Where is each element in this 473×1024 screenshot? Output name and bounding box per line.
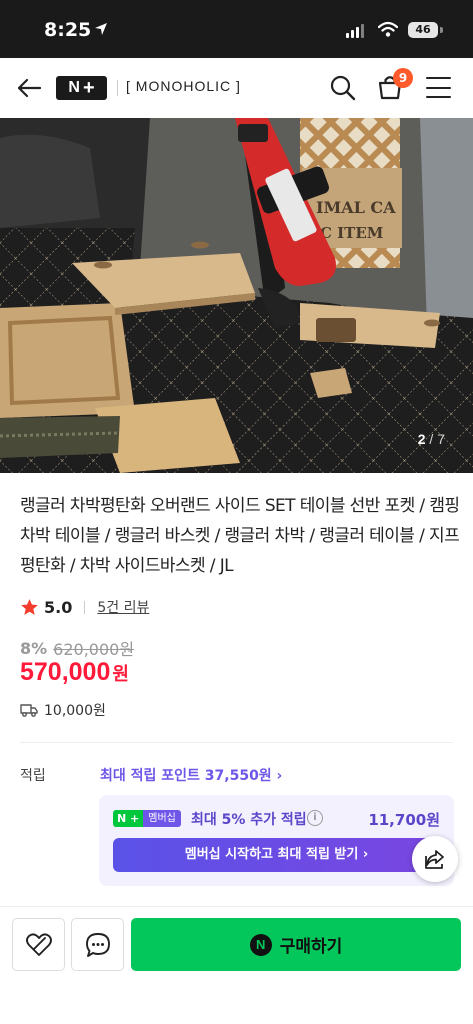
buy-button[interactable]: N 구매하기 [131, 918, 461, 971]
rating-score: 5.0 [44, 597, 73, 617]
review-count-link[interactable]: 5건 리뷰 [97, 597, 149, 617]
battery-tip [440, 27, 443, 33]
wifi-icon [378, 21, 398, 37]
back-arrow-icon[interactable] [16, 75, 42, 101]
svg-text:IMAL CA: IMAL CA [316, 198, 396, 217]
bottom-action-bar: N 구매하기 [0, 906, 473, 1024]
status-time: 8:25 [44, 19, 92, 41]
search-icon[interactable] [329, 74, 356, 101]
menu-icon[interactable] [426, 77, 451, 98]
membership-tag: 멤버십 [143, 810, 181, 827]
logo-n: N [68, 79, 80, 96]
status-bar: 8:25 46 [0, 0, 473, 58]
membership-start-button[interactable]: 멤버십 시작하고 최대 적립 받기 › [113, 838, 440, 872]
chat-icon [85, 932, 110, 957]
product-title: 랭글러 차박평탄화 오버랜드 사이드 SET 테이블 선반 포켓 / 캠핑 차박… [20, 496, 460, 576]
discount-row: 8% 620,000원 [20, 636, 134, 660]
image-counter-current: 2 [417, 431, 426, 447]
cart-count-badge: 9 [393, 68, 413, 88]
product-image[interactable]: IMAL CA C ITEM 2 / 7 [0, 118, 473, 473]
svg-text:C ITEM: C ITEM [320, 224, 383, 242]
heart-icon [25, 932, 52, 956]
sale-price-unit: 원 [112, 664, 129, 685]
wishlist-button[interactable] [12, 918, 65, 971]
share-icon [425, 850, 444, 869]
section-divider [20, 742, 453, 743]
star-icon [21, 598, 38, 615]
membership-points-amount: 11,700원 [368, 811, 440, 829]
image-counter: 2 / 7 [418, 431, 445, 447]
membership-logo: N + 멤버십 [113, 810, 181, 827]
chat-button[interactable] [71, 918, 124, 971]
rating-row: 5.0 5건 리뷰 [20, 597, 149, 617]
header-divider [117, 80, 118, 96]
truck-icon [20, 704, 38, 717]
shipping-row: 10,000원 [20, 700, 106, 720]
store-brand[interactable]: [ MONOHOLIC ] [126, 78, 241, 94]
battery-icon: 46 [408, 22, 438, 38]
max-points-link[interactable]: 최대 적립 포인트 37,550원 › [100, 765, 282, 785]
discount-rate: 8% [20, 638, 48, 658]
location-arrow-icon [95, 23, 107, 35]
rating-divider [84, 600, 86, 614]
image-counter-total: / 7 [429, 431, 445, 447]
naver-n-icon: N [249, 933, 272, 956]
membership-logo-np: N + [113, 810, 144, 827]
app-header: N + [ MONOHOLIC ] 9 [0, 58, 473, 118]
info-icon[interactable]: i [307, 810, 323, 826]
sale-price-value: 570,000 [20, 658, 111, 686]
signal-icon [346, 24, 364, 38]
points-label: 적립 [20, 768, 46, 784]
membership-box: N + 멤버십 최대 5% 추가 적립 i 11,700원 멤버십 시작하고 최… [99, 795, 454, 886]
original-price: 620,000원 [53, 640, 135, 659]
sale-price: 570,000 원 [20, 658, 129, 687]
buy-button-label: 구매하기 [279, 937, 343, 957]
membership-extra-points: 최대 5% 추가 적립 [191, 812, 307, 828]
share-button[interactable] [412, 836, 458, 882]
shipping-fee: 10,000원 [44, 703, 106, 719]
naver-plus-logo[interactable]: N + [56, 76, 107, 100]
logo-plus: + [82, 77, 95, 99]
